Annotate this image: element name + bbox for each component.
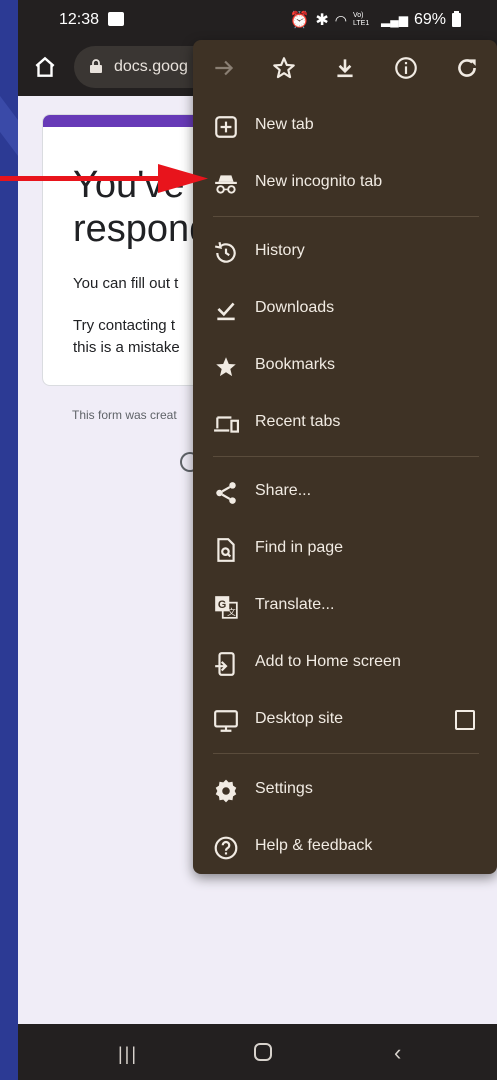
alarm-icon: ⏰ [289, 12, 310, 29]
menu-item-translate[interactable]: G文 Translate... [193, 582, 497, 630]
translate-icon: G文 [215, 596, 238, 619]
menu-item-find-in-page[interactable]: Find in page [193, 525, 497, 573]
menu-item-label: Downloads [255, 299, 335, 316]
menu-item-label: Desktop site [255, 710, 344, 727]
new-tab-icon [215, 116, 237, 138]
desktop-site-checkbox[interactable] [455, 710, 475, 730]
menu-item-help-feedback[interactable]: Help & feedback [193, 823, 497, 871]
menu-divider [213, 216, 479, 217]
info-icon[interactable] [393, 55, 419, 81]
menu-item-label: Help & feedback [255, 837, 373, 854]
system-nav-bar: ||| ‹ [18, 1024, 497, 1080]
home-nav-icon[interactable] [254, 1043, 272, 1061]
refresh-icon[interactable] [454, 55, 480, 81]
gallery-notification-icon [108, 12, 124, 26]
menu-item-share[interactable]: Share... [193, 468, 497, 516]
menu-toolbar [193, 40, 497, 96]
menu-item-label: Share... [255, 482, 312, 499]
bookmarks-icon [216, 357, 236, 377]
red-arrow-annotation [0, 164, 208, 193]
url-text: docs.goog [114, 58, 188, 75]
menu-item-recent-tabs[interactable]: Recent tabs [193, 399, 497, 447]
share-icon [216, 482, 236, 504]
help-icon [214, 836, 238, 860]
form-footer-text: This form was creat [72, 408, 177, 422]
card-paragraph-2: Try contacting t this is a mistake [73, 317, 180, 356]
downloads-icon [217, 302, 235, 321]
background-decoration [0, 96, 18, 156]
battery-icon [452, 11, 461, 27]
lock-icon [90, 59, 102, 73]
battery-percent: 69% [413, 11, 446, 28]
menu-item-label: Recent tabs [255, 413, 341, 430]
menu-item-label: Find in page [255, 539, 344, 556]
menu-item-label: Settings [255, 780, 313, 797]
menu-item-label: History [255, 242, 305, 259]
signal-icon: ▂▄▆ [381, 13, 408, 27]
menu-item-desktop-site[interactable]: Desktop site [193, 696, 497, 744]
menu-item-bookmarks[interactable]: Bookmarks [193, 342, 497, 390]
menu-item-label: Translate... [255, 596, 335, 613]
star-icon[interactable] [271, 55, 297, 81]
menu-item-label: Add to Home screen [255, 653, 401, 670]
back-icon[interactable]: ‹ [394, 1040, 401, 1066]
menu-item-label: New tab [255, 116, 314, 133]
menu-divider [213, 456, 479, 457]
recent-tabs-icon [214, 416, 239, 433]
add-to-home-icon [215, 652, 235, 676]
status-icons: ⏰ ✱ ◠ Vo) LTE1 ▂▄▆ 69% [289, 10, 461, 30]
forward-icon[interactable] [211, 55, 237, 81]
status-bar: 12:38 ⏰ ✱ ◠ Vo) LTE1 ▂▄▆ 69% [18, 0, 497, 40]
menu-item-downloads[interactable]: Downloads [193, 285, 497, 333]
menu-item-history[interactable]: History [193, 228, 497, 276]
menu-divider [213, 753, 479, 754]
wifi-icon: ◠ [334, 11, 347, 28]
recent-apps-icon[interactable]: ||| [118, 1044, 138, 1065]
menu-item-settings[interactable]: Settings [193, 766, 497, 814]
browser-overflow-menu: New tab New incognito tab History Downlo… [193, 40, 497, 874]
svg-text:G: G [218, 599, 226, 611]
settings-icon [215, 779, 237, 803]
home-icon[interactable] [32, 54, 58, 80]
download-icon[interactable] [332, 55, 358, 81]
menu-item-add-to-home-screen[interactable]: Add to Home screen [193, 639, 497, 687]
card-paragraph-1: You can fill out t [73, 275, 179, 292]
menu-item-label: New incognito tab [255, 173, 383, 190]
menu-item-new-tab[interactable]: New tab [193, 102, 497, 150]
menu-item-label: Bookmarks [255, 356, 336, 373]
status-time: 12:38 [59, 11, 100, 28]
bluetooth-icon: ✱ [315, 12, 329, 29]
menu-item-new-incognito-tab[interactable]: New incognito tab [193, 159, 497, 207]
history-icon [214, 241, 236, 263]
incognito-icon [215, 175, 237, 194]
network-label: Vo) LTE1 [353, 12, 370, 27]
find-in-page-icon [217, 538, 235, 562]
svg-text:文: 文 [227, 606, 236, 617]
desktop-icon [214, 710, 238, 732]
